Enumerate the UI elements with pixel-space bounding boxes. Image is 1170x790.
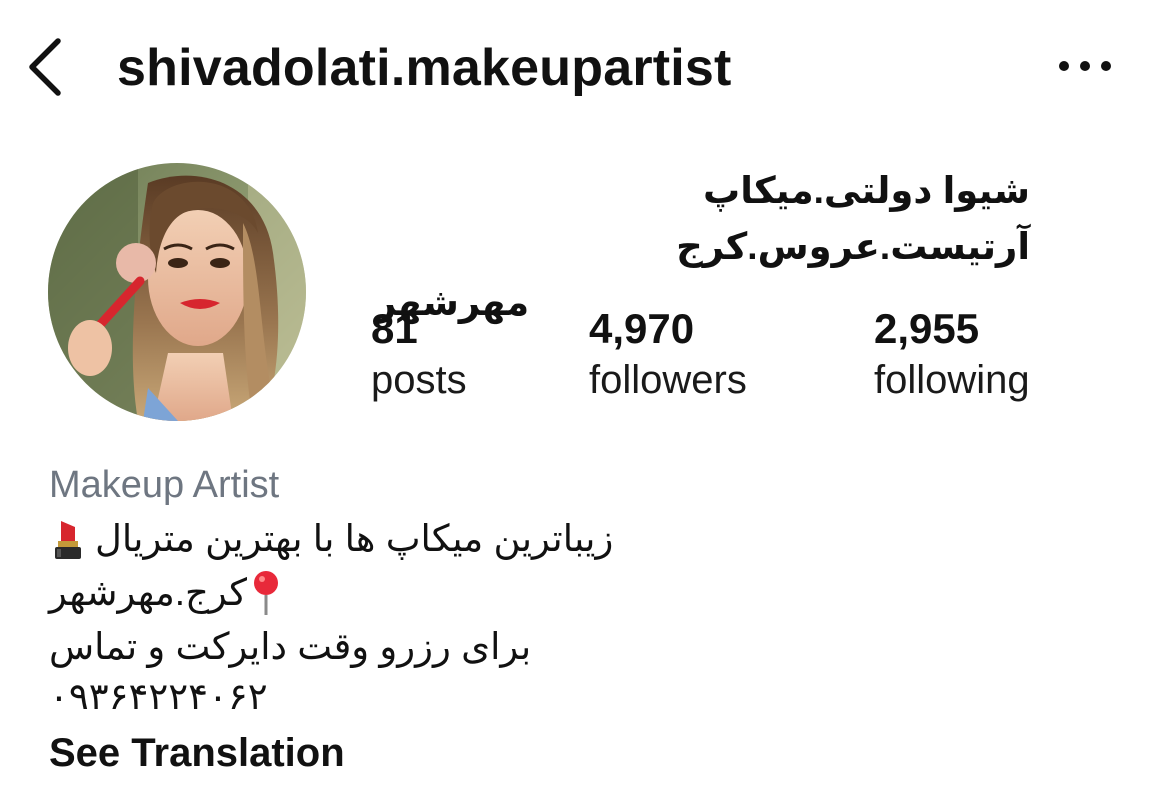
posts-label: posts xyxy=(371,358,467,402)
back-button[interactable] xyxy=(22,36,72,98)
bio-line-1-text: زیباترین میکاپ ها با بهترین متریال xyxy=(95,518,614,559)
following-label: following xyxy=(874,358,1030,402)
profile-category: Makeup Artist xyxy=(49,464,280,506)
chevron-left-icon xyxy=(29,38,61,96)
profile-header: shivadolati.makeupartist xyxy=(0,0,1170,135)
stat-following[interactable]: 2,955 following xyxy=(874,304,1030,406)
more-horizontal-icon xyxy=(1059,61,1111,71)
stat-posts[interactable]: 81 posts xyxy=(371,304,467,406)
profile-screen: shivadolati.makeupartist شیوا دولتی.میکا… xyxy=(0,0,1170,790)
more-options-button[interactable] xyxy=(1054,56,1116,76)
pushpin-icon xyxy=(253,571,278,615)
profile-avatar[interactable] xyxy=(48,163,306,421)
bio-line-2: کرج.مهرشهر xyxy=(49,568,283,618)
avatar-image xyxy=(48,163,306,421)
followers-count: 4,970 xyxy=(589,305,695,352)
bio-line-3: برای رزرو وقت دایرکت و تماس xyxy=(49,626,532,667)
lipstick-icon xyxy=(55,521,81,559)
stat-followers[interactable]: 4,970 followers xyxy=(589,304,747,406)
followers-label: followers xyxy=(589,358,747,402)
see-translation-link[interactable]: See Translation xyxy=(49,728,345,778)
bio-phone-number[interactable]: ۰۹۳۶۴۲۲۴۰۶۲ xyxy=(49,672,268,722)
profile-username: shivadolati.makeupartist xyxy=(117,39,732,97)
bio-line-1: زیباترین میکاپ ها با بهترین متریال xyxy=(49,514,613,574)
following-count: 2,955 xyxy=(874,305,980,352)
full-name-line1: شیوا دولتی.میکاپ آرتیست.عروس.کرج xyxy=(676,170,1030,267)
posts-count: 81 xyxy=(371,305,418,352)
bio-line-2-text: کرج.مهرشهر xyxy=(49,572,247,613)
